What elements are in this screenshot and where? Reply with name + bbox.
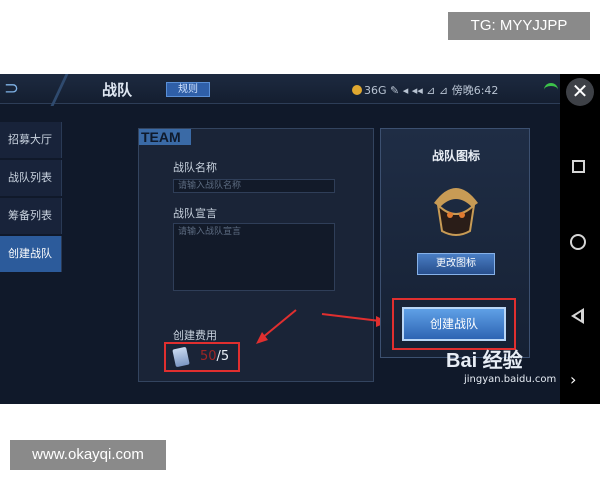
game-screen: ⊃ 战队 规则 36G ✎ ◂ ◂◂ ⊿ ⊿ 傍晚6:42 招募大厅 战队列表 …	[0, 74, 600, 404]
coin-icon	[352, 85, 362, 95]
divider	[50, 74, 69, 106]
team-name-input[interactable]: 请输入战队名称	[173, 179, 335, 193]
page: TG: MYYJJPP ⊃ 战队 规则 36G ✎ ◂ ◂◂ ⊿ ⊿ 傍晚6:4…	[0, 0, 600, 480]
home-icon[interactable]	[570, 234, 586, 250]
wifi-icon	[544, 83, 558, 93]
status-bar: 36G ✎ ◂ ◂◂ ⊿ ⊿ 傍晚6:42	[352, 82, 498, 98]
emblem-title: 战队图标	[431, 149, 480, 163]
change-emblem-button[interactable]: 更改图标	[417, 253, 495, 275]
sidebar: 招募大厅 战队列表 筹备列表 创建战队	[0, 122, 62, 274]
cost-value: 50/5	[200, 349, 229, 364]
voucher-icon	[172, 346, 190, 368]
recent-apps-icon[interactable]	[572, 160, 585, 173]
sidebar-item-prep-list[interactable]: 筹备列表	[0, 198, 62, 234]
chevron-right-icon[interactable]: ›	[570, 370, 576, 389]
watermark-bottom: www.okayqi.com	[10, 440, 166, 470]
cost-label: 创建费用	[173, 329, 217, 342]
team-name-label: 战队名称	[173, 161, 217, 174]
back-arrow-icon: ⊃	[4, 78, 20, 99]
page-title: 战队	[102, 81, 133, 99]
back-button[interactable]: ⊃	[4, 74, 69, 106]
back-triangle-inner	[575, 312, 581, 320]
create-team-button[interactable]: 创建战队	[402, 307, 506, 341]
cost-have: 50	[200, 349, 217, 364]
create-button-highlight: 创建战队	[392, 298, 516, 350]
watermark-top: TG: MYYJJPP	[448, 12, 590, 40]
status-text: 36G ✎ ◂ ◂◂ ⊿ ⊿ 傍晚6:42	[364, 84, 499, 97]
team-motto-label: 战队宣言	[173, 207, 217, 220]
team-tag: TEAM	[139, 129, 191, 145]
rules-tab[interactable]: 规则	[166, 82, 210, 97]
cost-box: 50/5	[164, 342, 240, 372]
team-emblem-icon	[434, 188, 478, 236]
team-motto-input[interactable]: 请输入战队宣言	[173, 223, 335, 291]
sidebar-item-recruit-hall[interactable]: 招募大厅	[0, 122, 62, 158]
sidebar-item-create-team[interactable]: 创建战队	[0, 236, 62, 272]
close-button[interactable]: ✕	[566, 78, 594, 106]
top-bar: ⊃ 战队 规则 36G ✎ ◂ ◂◂ ⊿ ⊿ 傍晚6:42	[0, 74, 560, 106]
cost-need: /5	[216, 349, 230, 364]
sidebar-item-team-list[interactable]: 战队列表	[0, 160, 62, 196]
